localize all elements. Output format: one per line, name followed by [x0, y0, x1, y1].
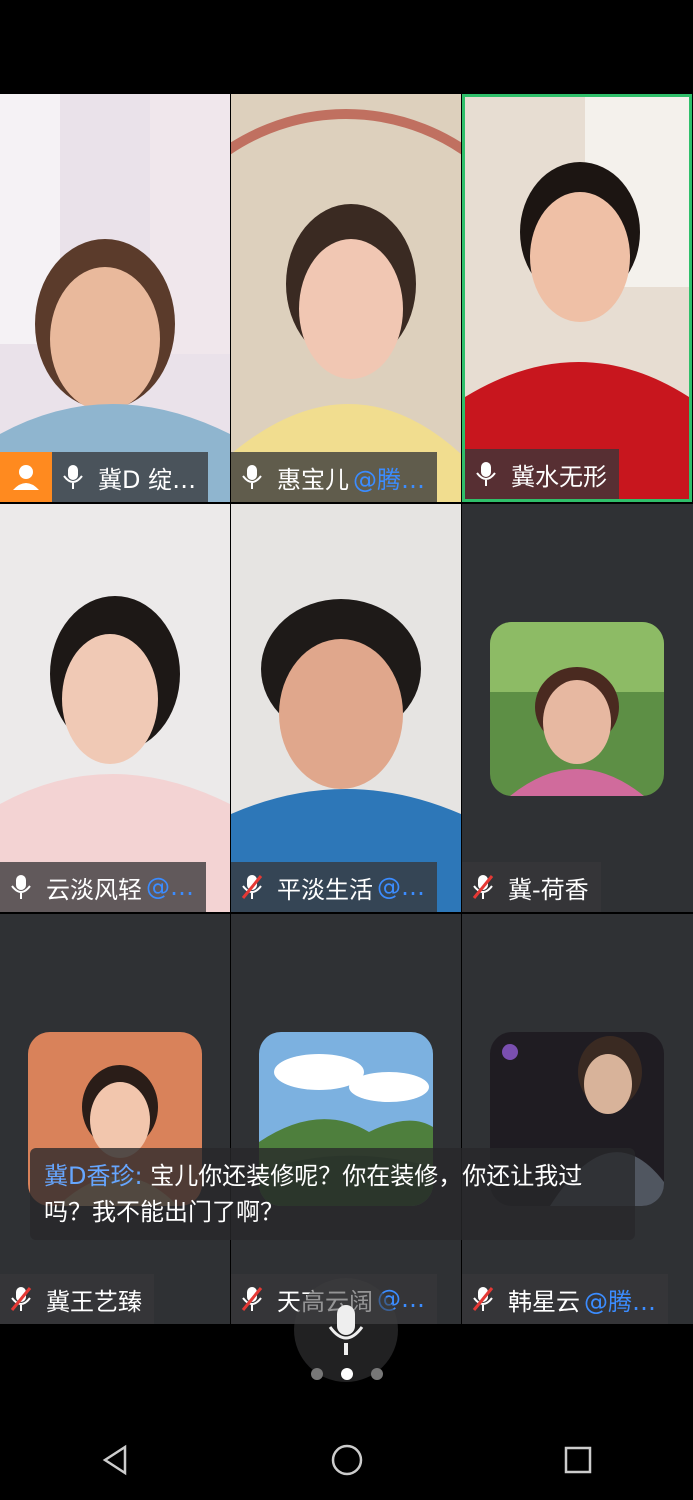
recents-button[interactable] — [548, 1430, 608, 1490]
mic-muted-icon — [472, 875, 494, 899]
page-indicator — [0, 1368, 693, 1380]
participant-name: 惠宝儿 — [277, 465, 349, 494]
mic-muted-icon — [472, 1287, 494, 1311]
participant-org: @… — [377, 873, 425, 901]
system-nav-bar — [0, 1420, 693, 1500]
mic-icon — [328, 1305, 364, 1355]
participant-name: 云淡风轻 — [46, 875, 142, 904]
participant-tile[interactable]: 冀D 绽… — [0, 94, 230, 502]
mic-icon — [476, 462, 496, 486]
participant-tile-active[interactable]: 冀水无形 — [462, 94, 692, 502]
participant-label: 冀D 绽… — [52, 452, 209, 502]
participant-org: @… — [146, 873, 194, 901]
mic-muted-icon — [10, 1287, 32, 1311]
participant-name: 平淡生活 — [277, 875, 373, 904]
chat-bubble[interactable]: 冀D香珍: 宝儿你还装修呢？你在装修，你还让我过吗？我不能出门了啊？ — [30, 1148, 635, 1240]
participant-label: 韩星云 @腾… — [462, 1274, 668, 1324]
home-button[interactable] — [317, 1430, 377, 1490]
page-dot[interactable] — [310, 1368, 323, 1380]
participant-tile[interactable]: 惠宝儿 @腾… — [231, 94, 461, 502]
participant-name: 冀水无形 — [511, 462, 607, 491]
participant-tile[interactable]: 冀-荷香 — [462, 504, 693, 912]
video-feed — [0, 94, 230, 502]
mic-muted-icon — [241, 875, 263, 899]
host-badge — [0, 452, 52, 502]
participant-avatar — [490, 622, 664, 796]
mic-icon — [63, 465, 83, 489]
participant-name: 冀王艺臻 — [46, 1287, 142, 1316]
participant-org: @腾… — [353, 465, 425, 494]
participant-label: 冀水无形 — [465, 449, 619, 499]
participant-tile[interactable]: 天高云阔 @… — [231, 914, 461, 1324]
participant-tile[interactable]: 云淡风轻 @… — [0, 504, 230, 912]
participant-name: 冀-荷香 — [508, 875, 589, 904]
participant-tile[interactable]: 平淡生活 @… — [231, 504, 461, 912]
video-feed — [231, 504, 461, 912]
video-feed — [465, 97, 689, 499]
page-dot-current[interactable] — [340, 1368, 353, 1380]
video-grid: 冀D 绽… 惠宝儿 @腾… 冀水无形 云淡风轻 @… 平淡生活 @… 冀-荷香 … — [0, 94, 693, 1326]
mic-icon — [242, 465, 262, 489]
mic-icon — [11, 875, 31, 899]
video-feed — [231, 94, 461, 502]
participant-tile[interactable]: 韩星云 @腾… — [462, 914, 693, 1324]
participant-name: 冀D 绽… — [98, 465, 197, 494]
participant-tile[interactable]: 冀王艺臻 — [0, 914, 230, 1324]
participant-org: @腾… — [584, 1287, 656, 1316]
back-button[interactable] — [86, 1430, 146, 1490]
video-feed — [0, 504, 230, 912]
recents-icon — [564, 1446, 591, 1474]
mic-muted-icon — [241, 1287, 263, 1311]
back-icon — [102, 1444, 126, 1476]
mic-button[interactable] — [294, 1278, 398, 1382]
participant-label: 惠宝儿 @腾… — [231, 452, 437, 502]
participant-name: 韩星云 — [508, 1287, 580, 1316]
chat-sender: 冀D香珍: — [44, 1162, 143, 1190]
page-dot[interactable] — [370, 1368, 383, 1380]
participant-label: 冀-荷香 — [462, 862, 601, 912]
participant-label: 云淡风轻 @… — [0, 862, 206, 912]
user-icon — [13, 465, 39, 490]
participant-label: 平淡生活 @… — [231, 862, 437, 912]
home-icon — [331, 1444, 362, 1476]
participant-label: 冀王艺臻 — [0, 1274, 154, 1324]
